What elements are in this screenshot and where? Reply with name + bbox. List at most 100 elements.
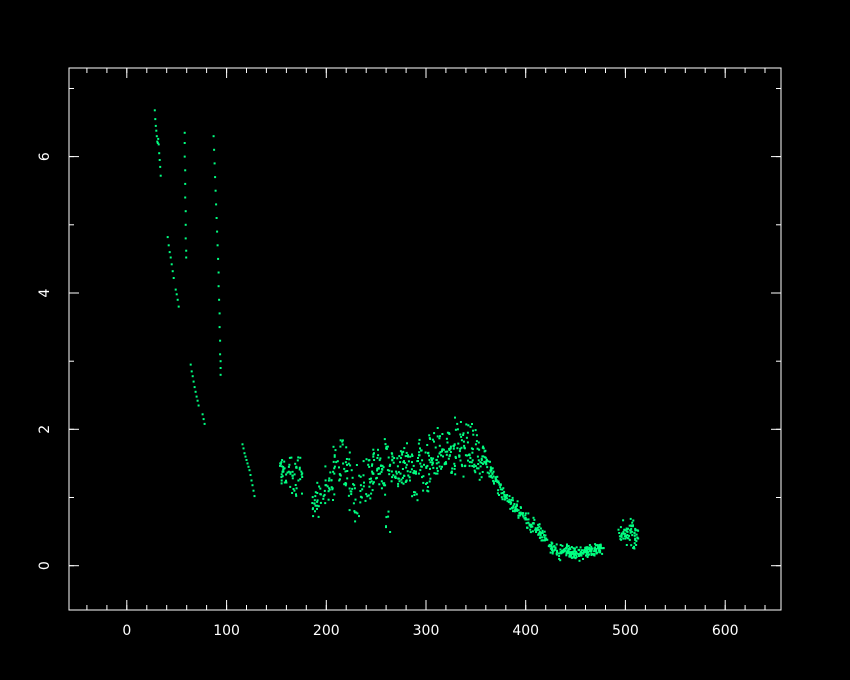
data-point bbox=[384, 493, 387, 496]
data-point bbox=[324, 479, 327, 482]
data-point bbox=[588, 544, 591, 546]
data-point bbox=[348, 458, 351, 461]
data-point bbox=[193, 386, 196, 389]
data-point bbox=[175, 293, 178, 296]
data-point bbox=[434, 446, 437, 449]
data-point bbox=[467, 424, 470, 427]
data-point bbox=[375, 476, 378, 479]
data-point bbox=[463, 447, 466, 450]
data-point bbox=[539, 536, 542, 539]
data-point bbox=[561, 544, 564, 547]
data-point bbox=[495, 479, 498, 482]
data-point bbox=[300, 470, 303, 473]
data-point bbox=[171, 270, 174, 273]
data-point bbox=[478, 472, 481, 475]
data-point bbox=[293, 473, 296, 476]
data-point bbox=[401, 453, 404, 456]
data-point bbox=[383, 484, 386, 487]
data-point bbox=[333, 472, 336, 475]
data-point bbox=[626, 530, 629, 533]
data-point bbox=[429, 477, 432, 480]
data-point bbox=[218, 312, 221, 315]
data-point bbox=[581, 549, 583, 552]
data-point bbox=[370, 492, 373, 495]
data-point bbox=[468, 453, 471, 456]
data-point bbox=[353, 511, 356, 514]
data-point bbox=[418, 438, 421, 441]
data-point bbox=[635, 533, 638, 536]
data-point bbox=[323, 493, 326, 496]
data-point bbox=[219, 360, 222, 363]
data-point bbox=[298, 466, 301, 469]
data-point bbox=[436, 467, 438, 470]
data-point bbox=[185, 256, 188, 259]
data-point bbox=[517, 514, 520, 517]
data-point bbox=[299, 456, 302, 459]
data-point bbox=[435, 462, 438, 465]
data-point bbox=[313, 499, 316, 502]
data-point bbox=[630, 544, 633, 547]
y-tick-label: 0 bbox=[37, 561, 53, 570]
data-point bbox=[344, 484, 347, 487]
data-point bbox=[520, 506, 522, 509]
data-point bbox=[385, 516, 388, 519]
data-point bbox=[350, 469, 353, 472]
data-point bbox=[445, 462, 448, 465]
data-point bbox=[492, 479, 495, 482]
y-tick-label: 4 bbox=[37, 288, 53, 297]
data-point bbox=[484, 449, 487, 452]
data-point bbox=[395, 470, 398, 473]
data-point bbox=[191, 375, 194, 378]
data-point bbox=[377, 454, 380, 457]
data-point bbox=[194, 390, 197, 393]
data-point bbox=[558, 557, 561, 560]
data-point bbox=[377, 467, 380, 469]
data-point bbox=[476, 447, 479, 450]
data-point bbox=[628, 538, 631, 541]
data-point bbox=[168, 251, 171, 254]
data-point bbox=[454, 416, 456, 419]
data-point bbox=[344, 461, 347, 464]
data-point bbox=[398, 455, 401, 458]
data-point bbox=[407, 455, 410, 458]
data-point bbox=[311, 496, 314, 499]
data-point bbox=[632, 524, 634, 527]
data-point bbox=[466, 431, 469, 434]
data-point bbox=[397, 477, 400, 480]
data-point bbox=[619, 526, 622, 529]
data-point bbox=[372, 455, 375, 458]
data-point bbox=[372, 453, 375, 456]
data-point bbox=[555, 552, 558, 555]
data-point bbox=[464, 464, 467, 467]
data-point bbox=[217, 257, 220, 260]
data-point bbox=[463, 444, 466, 447]
data-point bbox=[347, 462, 350, 465]
data-point bbox=[316, 481, 319, 484]
data-point bbox=[474, 471, 477, 474]
data-point bbox=[380, 487, 383, 490]
data-point bbox=[448, 455, 451, 458]
data-point bbox=[456, 422, 459, 425]
data-point bbox=[482, 445, 485, 448]
data-point bbox=[409, 455, 412, 458]
data-point bbox=[380, 470, 383, 473]
data-point bbox=[440, 454, 443, 457]
data-point bbox=[635, 544, 638, 546]
data-point bbox=[279, 462, 282, 465]
data-point bbox=[415, 472, 417, 475]
data-point bbox=[573, 550, 576, 553]
data-point bbox=[203, 422, 206, 425]
data-point bbox=[359, 475, 362, 478]
data-point bbox=[585, 548, 588, 551]
data-point bbox=[371, 463, 374, 466]
data-point bbox=[519, 511, 522, 514]
data-point bbox=[454, 455, 457, 458]
data-point bbox=[452, 444, 455, 447]
y-tick-label: 6 bbox=[37, 152, 53, 161]
data-point bbox=[167, 244, 170, 247]
data-point bbox=[528, 523, 531, 526]
data-point bbox=[467, 459, 469, 462]
data-point bbox=[391, 452, 394, 455]
data-point bbox=[281, 470, 284, 473]
data-point bbox=[416, 499, 419, 502]
